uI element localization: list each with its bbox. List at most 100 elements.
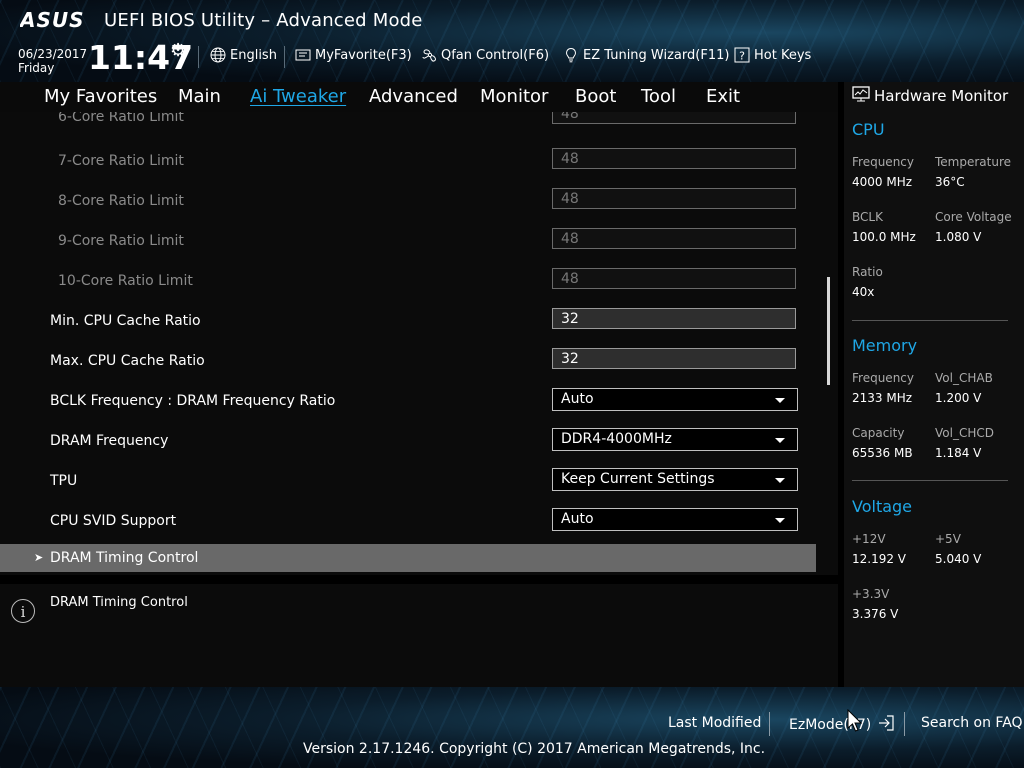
setting-label: DRAM Frequency bbox=[50, 433, 169, 449]
setting-value-field[interactable]: 48 bbox=[552, 228, 796, 249]
favorite-list-icon bbox=[295, 47, 311, 63]
cpu-frequency-value: 4000 MHz bbox=[852, 175, 913, 189]
setting-value-field[interactable]: 48 bbox=[552, 112, 796, 124]
capacity-value: 65536 MB bbox=[852, 446, 913, 460]
asus-logo: ASUS bbox=[20, 10, 86, 32]
setting-value-field[interactable]: 48 bbox=[552, 268, 796, 289]
tab-tool[interactable]: Tool bbox=[641, 86, 676, 107]
hardware-monitor-title: Hardware Monitor bbox=[874, 87, 1009, 105]
setting-value-field[interactable]: 48 bbox=[552, 148, 796, 169]
setting-value-field[interactable]: 48 bbox=[552, 188, 796, 209]
ratio-value: 40x bbox=[852, 285, 875, 299]
setting-dropdown[interactable]: DDR4-4000MHz bbox=[552, 428, 798, 451]
core-voltage-label: Core Voltage bbox=[935, 210, 1012, 224]
hot-keys-label: Hot Keys bbox=[754, 47, 812, 63]
tab-exit[interactable]: Exit bbox=[706, 86, 740, 107]
v12-value: 12.192 V bbox=[852, 552, 907, 566]
question-icon: ? bbox=[734, 47, 750, 63]
setting-row-dram-frequency[interactable]: DRAM Frequency DDR4-4000MHz bbox=[0, 428, 816, 469]
info-icon: i bbox=[11, 599, 35, 623]
ezmode-button[interactable]: EzMode(F7) bbox=[789, 715, 895, 735]
cpu-temperature-value: 36°C bbox=[935, 175, 965, 189]
setting-label: 7-Core Ratio Limit bbox=[58, 153, 184, 169]
section-divider bbox=[852, 480, 1008, 481]
caret-down-icon bbox=[775, 438, 785, 443]
mem-frequency-value: 2133 MHz bbox=[852, 391, 913, 405]
language-label: English bbox=[230, 47, 277, 63]
version-text: Version 2.17.1246. Copyright (C) 2017 Am… bbox=[303, 741, 766, 757]
ez-tuning-button[interactable]: EZ Tuning Wizard(F11) bbox=[563, 47, 729, 63]
scrollbar-thumb[interactable] bbox=[827, 277, 830, 385]
tab-ai-tweaker[interactable]: Ai Tweaker bbox=[250, 86, 346, 107]
globe-icon bbox=[210, 47, 226, 63]
tab-main[interactable]: Main bbox=[178, 86, 221, 107]
dropdown-value: Keep Current Settings bbox=[561, 471, 715, 487]
main-nav: My Favorites Main Ai Tweaker Advanced Mo… bbox=[0, 82, 838, 112]
section-divider bbox=[852, 320, 1008, 321]
setting-dropdown[interactable]: Auto bbox=[552, 508, 798, 531]
voltage-section-title: Voltage bbox=[852, 497, 913, 516]
core-voltage-value: 1.080 V bbox=[935, 230, 982, 244]
myfavorite-label: MyFavorite(F3) bbox=[315, 47, 412, 63]
search-faq-button[interactable]: Search on FAQ bbox=[921, 715, 1023, 731]
caret-down-icon bbox=[775, 398, 785, 403]
myfavorite-button[interactable]: MyFavorite(F3) bbox=[295, 47, 412, 63]
setting-row-10-core-ratio[interactable]: 10-Core Ratio Limit 48 bbox=[0, 268, 816, 309]
date-text: 06/23/2017 bbox=[18, 47, 88, 61]
setting-row-9-core-ratio[interactable]: 9-Core Ratio Limit 48 bbox=[0, 228, 816, 269]
tab-my-favorites[interactable]: My Favorites bbox=[44, 86, 157, 107]
setting-row-6-core-ratio[interactable]: 6-Core Ratio Limit 48 bbox=[0, 112, 816, 149]
setting-row-8-core-ratio[interactable]: 8-Core Ratio Limit 48 bbox=[0, 188, 816, 229]
header-divider bbox=[284, 46, 285, 68]
setting-label: 10-Core Ratio Limit bbox=[58, 273, 193, 289]
exit-mode-icon bbox=[877, 715, 895, 735]
hardware-monitor-panel: Hardware Monitor CPU Frequency Temperatu… bbox=[844, 82, 1024, 687]
tab-advanced[interactable]: Advanced bbox=[369, 86, 458, 107]
setting-row-7-core-ratio[interactable]: 7-Core Ratio Limit 48 bbox=[0, 148, 816, 189]
setting-value-field[interactable]: 32 bbox=[552, 348, 796, 369]
setting-label: 9-Core Ratio Limit bbox=[58, 233, 184, 249]
settings-list: 6-Core Ratio Limit 48 7-Core Ratio Limit… bbox=[0, 112, 838, 575]
setting-dropdown[interactable]: Auto bbox=[552, 388, 798, 411]
app-title: UEFI BIOS Utility – Advanced Mode bbox=[104, 10, 423, 31]
setting-label: Max. CPU Cache Ratio bbox=[50, 353, 205, 369]
setting-row-bclk-dram-ratio[interactable]: BCLK Frequency : DRAM Frequency Ratio Au… bbox=[0, 388, 816, 429]
setting-row-tpu[interactable]: TPU Keep Current Settings bbox=[0, 468, 816, 509]
setting-row-min-cpu-cache-ratio[interactable]: Min. CPU Cache Ratio 32 bbox=[0, 308, 816, 349]
setting-row-max-cpu-cache-ratio[interactable]: Max. CPU Cache Ratio 32 bbox=[0, 348, 816, 389]
last-modified-button[interactable]: Last Modified bbox=[668, 715, 761, 731]
setting-value-field[interactable]: 32 bbox=[552, 308, 796, 329]
gear-icon[interactable]: ⚙ bbox=[170, 40, 186, 61]
setting-dropdown[interactable]: Keep Current Settings bbox=[552, 468, 798, 491]
help-text: DRAM Timing Control bbox=[50, 595, 188, 610]
language-button[interactable]: English bbox=[210, 47, 277, 63]
v33-label: +3.3V bbox=[852, 587, 890, 601]
lightbulb-icon bbox=[563, 47, 579, 63]
brand-text: ASUS bbox=[20, 10, 85, 30]
setting-label: 6-Core Ratio Limit bbox=[58, 112, 184, 125]
qfan-label: Qfan Control(F6) bbox=[441, 47, 550, 63]
v33-value: 3.376 V bbox=[852, 607, 899, 621]
help-pane: i DRAM Timing Control bbox=[0, 584, 838, 687]
cpu-frequency-label: Frequency bbox=[852, 155, 914, 169]
ratio-label: Ratio bbox=[852, 265, 883, 279]
v5-label: +5V bbox=[935, 532, 961, 546]
tab-boot[interactable]: Boot bbox=[575, 86, 616, 107]
hardware-monitor-header: Hardware Monitor bbox=[852, 86, 1008, 106]
tab-monitor[interactable]: Monitor bbox=[480, 86, 548, 107]
setting-label: BCLK Frequency : DRAM Frequency Ratio bbox=[50, 393, 336, 409]
svg-text:?: ? bbox=[739, 50, 745, 63]
bclk-value: 100.0 MHz bbox=[852, 230, 916, 244]
hot-keys-button[interactable]: ? Hot Keys bbox=[734, 47, 811, 63]
submenu-dram-timing-control[interactable]: ➤ DRAM Timing Control bbox=[0, 544, 816, 572]
v5-value: 5.040 V bbox=[935, 552, 982, 566]
date-display: 06/23/2017 Friday bbox=[18, 47, 87, 75]
setting-label: TPU bbox=[50, 473, 78, 489]
qfan-button[interactable]: Qfan Control(F6) bbox=[421, 47, 549, 63]
setting-label: CPU SVID Support bbox=[50, 513, 177, 529]
header-divider bbox=[198, 46, 199, 68]
mem-frequency-label: Frequency bbox=[852, 371, 914, 385]
setting-row-cpu-svid-support[interactable]: CPU SVID Support Auto bbox=[0, 508, 816, 549]
dropdown-value: Auto bbox=[561, 391, 594, 407]
v12-label: +12V bbox=[852, 532, 886, 546]
